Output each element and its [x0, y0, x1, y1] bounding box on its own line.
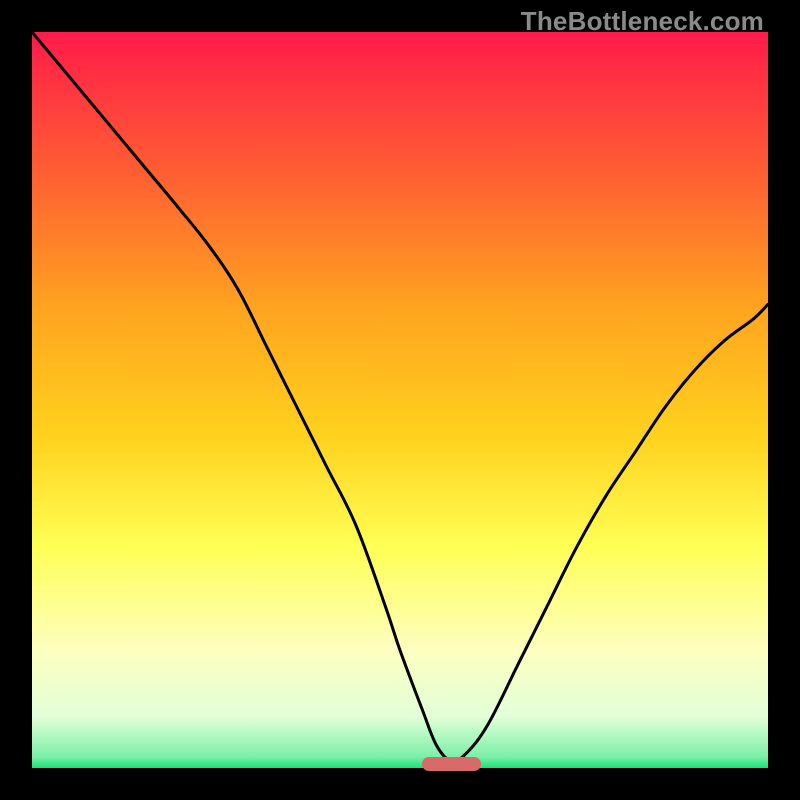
optimal-marker [422, 757, 481, 771]
watermark-text: TheBottleneck.com [521, 6, 764, 37]
gradient-background [32, 32, 768, 768]
bottleneck-chart [32, 32, 768, 768]
chart-frame [32, 32, 768, 768]
